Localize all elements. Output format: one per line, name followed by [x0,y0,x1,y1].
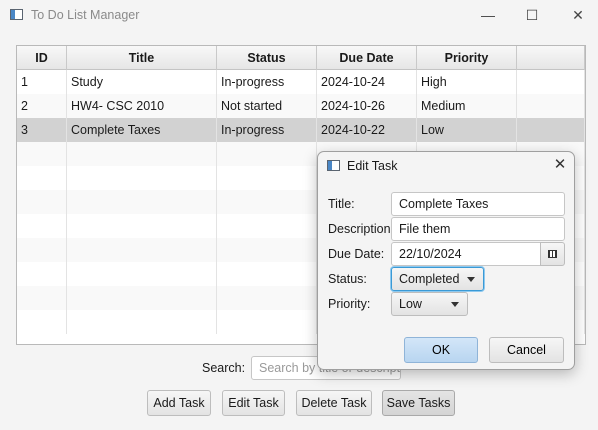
cell-priority: Medium [417,94,517,118]
table-header: ID Title Status Due Date Priority [17,46,585,70]
save-tasks-button[interactable]: Save Tasks [382,390,455,416]
status-label: Status: [328,272,367,286]
cell-title: Complete Taxes [67,118,217,142]
edit-task-dialog: Edit Task ✕ Title: Description: Due Date… [317,151,575,370]
cell-id: 2 [17,94,67,118]
table-row-selected[interactable]: 3 Complete Taxes In-progress 2024-10-22 … [17,118,585,142]
app-window-icon [10,9,23,20]
title-bar: To Do List Manager — ☐ ✕ [0,0,598,30]
priority-selected-value: Low [399,297,422,311]
status-selected-value: Completed [399,272,460,286]
cell-filler [517,94,585,118]
calendar-picker-button[interactable] [540,242,565,266]
table-row[interactable]: 1 Study In-progress 2024-10-24 High [17,70,585,94]
cell-due-date: 2024-10-22 [317,118,417,142]
dialog-close-icon[interactable]: ✕ [550,155,570,175]
column-header-title[interactable]: Title [67,46,217,70]
description-label: Description: [328,222,394,236]
status-dropdown[interactable]: Completed [391,267,484,291]
maximize-icon[interactable]: ☐ [520,4,544,26]
column-header-status[interactable]: Status [217,46,317,70]
calendar-icon [548,250,557,258]
chevron-down-icon [467,277,475,282]
priority-dropdown[interactable]: Low [391,292,468,316]
close-icon[interactable]: ✕ [566,4,590,26]
cell-priority: Low [417,118,517,142]
due-date-label: Due Date: [328,247,385,261]
cell-id: 3 [17,118,67,142]
edit-task-button[interactable]: Edit Task [222,390,285,416]
description-field[interactable] [391,217,565,241]
cell-status: Not started [217,94,317,118]
window-title: To Do List Manager [31,8,140,22]
table-row[interactable]: 2 HW4- CSC 2010 Not started 2024-10-26 M… [17,94,585,118]
cell-status: In-progress [217,70,317,94]
chevron-down-icon [451,302,459,307]
delete-task-button[interactable]: Delete Task [296,390,372,416]
column-header-due-date[interactable]: Due Date [317,46,417,70]
ok-button[interactable]: OK [404,337,478,363]
column-header-filler [517,46,585,70]
cell-due-date: 2024-10-26 [317,94,417,118]
cell-status: In-progress [217,118,317,142]
due-date-field[interactable] [391,242,541,266]
search-label: Search: [202,361,246,375]
add-task-button[interactable]: Add Task [147,390,211,416]
cell-filler [517,118,585,142]
cell-title: HW4- CSC 2010 [67,94,217,118]
column-header-id[interactable]: ID [17,46,67,70]
cell-title: Study [67,70,217,94]
priority-label: Priority: [328,297,371,311]
title-label: Title: [328,197,355,211]
cell-priority: High [417,70,517,94]
dialog-window-icon [327,160,340,171]
cell-filler [517,70,585,94]
column-header-priority[interactable]: Priority [417,46,517,70]
title-field[interactable] [391,192,565,216]
cell-id: 1 [17,70,67,94]
dialog-title: Edit Task [347,159,398,173]
cancel-button[interactable]: Cancel [489,337,564,363]
cell-due-date: 2024-10-24 [317,70,417,94]
minimize-icon[interactable]: — [476,4,500,26]
